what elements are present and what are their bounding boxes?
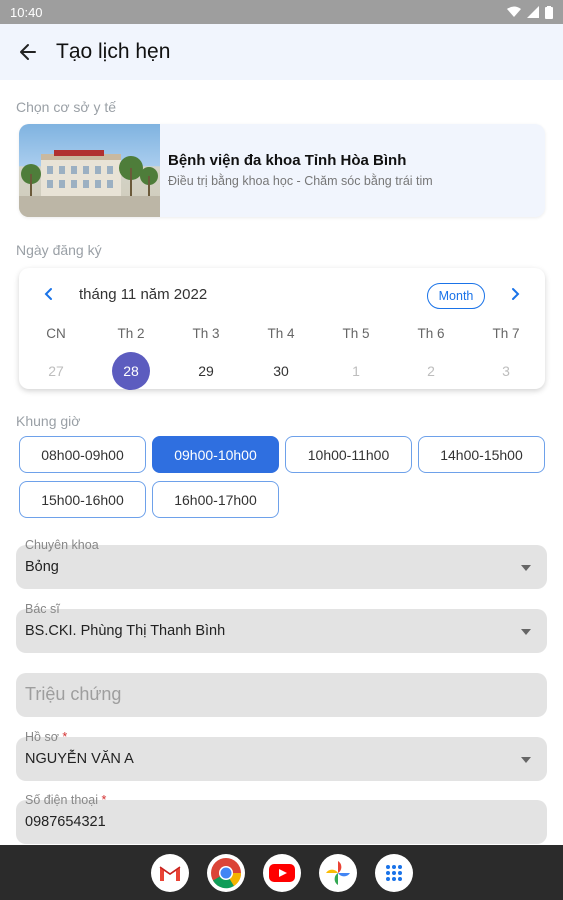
facility-image xyxy=(19,124,160,217)
calendar-day-selected[interactable]: 28 xyxy=(112,352,150,390)
specialty-value: Bỏng xyxy=(25,559,59,575)
battery-icon xyxy=(545,5,553,19)
page-title: Tạo lịch hẹn xyxy=(56,40,171,63)
signal-icon xyxy=(527,6,539,18)
wifi-icon xyxy=(507,6,521,17)
calendar-header: tháng 11 năm 2022 Month xyxy=(19,268,545,324)
doctor-value: BS.CKI. Phùng Thị Thanh Bình xyxy=(25,623,226,639)
calendar-day[interactable]: 2 xyxy=(412,352,450,390)
time-slot-button[interactable]: 16h00-17h00 xyxy=(152,481,279,518)
time-slot-button-selected[interactable]: 09h00-10h00 xyxy=(152,436,279,473)
time-slot-button[interactable]: 10h00-11h00 xyxy=(285,436,412,473)
specialty-label: Chuyên khoa xyxy=(25,538,99,552)
symptoms-input[interactable]: Triệu chứng xyxy=(16,673,547,717)
weekday-label: Th 3 xyxy=(192,326,220,341)
app-drawer-icon[interactable] xyxy=(374,853,413,892)
time-slot-button[interactable]: 14h00-15h00 xyxy=(418,436,545,473)
app-bar: Tạo lịch hẹn xyxy=(0,24,563,80)
chevron-right-icon xyxy=(512,288,520,300)
calendar-day-column[interactable]: Th 4 30 xyxy=(261,326,301,390)
arrow-back-icon xyxy=(20,44,36,60)
phone-value: 0987654321 xyxy=(25,814,106,830)
specialty-dropdown[interactable]: Chuyên khoa Bỏng xyxy=(16,538,547,589)
calendar-month-title: tháng 11 năm 2022 xyxy=(79,286,208,303)
doctor-dropdown[interactable]: Bác sĩ BS.CKI. Phùng Thị Thanh Bình xyxy=(16,602,547,653)
facility-tagline: Điều trị bằng khoa học - Chăm sóc bằng t… xyxy=(168,174,433,188)
weekday-label: Th 5 xyxy=(342,326,370,341)
calendar-day[interactable]: 27 xyxy=(37,352,75,390)
weekday-label: CN xyxy=(46,326,66,341)
calendar-day-column[interactable]: Th 5 1 xyxy=(336,326,376,390)
chevron-left-icon xyxy=(44,288,52,300)
status-icons xyxy=(507,5,553,19)
time-section-label: Khung giờ xyxy=(16,413,81,429)
facility-card[interactable]: Bệnh viện đa khoa Tỉnh Hòa Bình Điều trị… xyxy=(19,124,545,217)
youtube-icon[interactable] xyxy=(262,853,301,892)
calendar-day[interactable]: 30 xyxy=(262,352,300,390)
dropdown-arrow-icon xyxy=(521,565,531,571)
weekday-label: Th 2 xyxy=(117,326,145,341)
time-slot-button[interactable]: 15h00-16h00 xyxy=(19,481,146,518)
status-bar: 10:40 xyxy=(0,0,563,24)
calendar-day-column[interactable]: Th 7 3 xyxy=(486,326,526,390)
calendar-day-column[interactable]: Th 2 28 xyxy=(111,326,151,390)
calendar-day[interactable]: 1 xyxy=(337,352,375,390)
calendar-day-column[interactable]: Th 3 29 xyxy=(186,326,226,390)
back-button[interactable] xyxy=(0,24,56,80)
required-mark: * xyxy=(101,793,107,807)
doctor-label: Bác sĩ xyxy=(25,602,60,616)
facility-section-label: Chọn cơ sở y tế xyxy=(16,99,117,115)
gmail-icon[interactable] xyxy=(150,853,189,892)
prev-month-button[interactable] xyxy=(39,284,59,304)
dropdown-arrow-icon xyxy=(521,629,531,635)
profile-dropdown[interactable]: Hồ sơ * NGUYỄN VĂN A xyxy=(16,730,547,781)
weekday-label: Th 7 xyxy=(492,326,520,341)
required-mark: * xyxy=(62,730,68,744)
profile-value: NGUYỄN VĂN A xyxy=(25,751,134,767)
calendar-day[interactable]: 29 xyxy=(187,352,225,390)
calendar-day-column[interactable]: CN 27 xyxy=(36,326,76,390)
next-month-button[interactable] xyxy=(505,284,525,304)
calendar: tháng 11 năm 2022 Month CN 27 Th 2 28 Th… xyxy=(19,268,545,390)
phone-label: Số điện thoại * xyxy=(25,793,106,807)
facility-name: Bệnh viện đa khoa Tỉnh Hòa Bình xyxy=(168,152,407,169)
phone-field[interactable]: Số điện thoại * 0987654321 xyxy=(16,793,547,844)
taskbar-dock xyxy=(0,845,563,900)
weekday-label: Th 4 xyxy=(267,326,295,341)
symptoms-placeholder: Triệu chứng xyxy=(25,684,122,704)
status-time: 10:40 xyxy=(10,4,43,20)
calendar-format-button[interactable]: Month xyxy=(427,283,485,309)
profile-label-text: Hồ sơ xyxy=(25,730,59,744)
calendar-day[interactable]: 3 xyxy=(487,352,525,390)
chrome-icon[interactable] xyxy=(206,853,245,892)
date-section-label: Ngày đăng ký xyxy=(16,242,102,258)
time-slot-button[interactable]: 08h00-09h00 xyxy=(19,436,146,473)
weekday-label: Th 6 xyxy=(417,326,445,341)
dropdown-arrow-icon xyxy=(521,757,531,763)
photos-icon[interactable] xyxy=(318,853,357,892)
phone-label-text: Số điện thoại xyxy=(25,793,98,807)
calendar-day-column[interactable]: Th 6 2 xyxy=(411,326,451,390)
profile-label: Hồ sơ * xyxy=(25,730,67,744)
